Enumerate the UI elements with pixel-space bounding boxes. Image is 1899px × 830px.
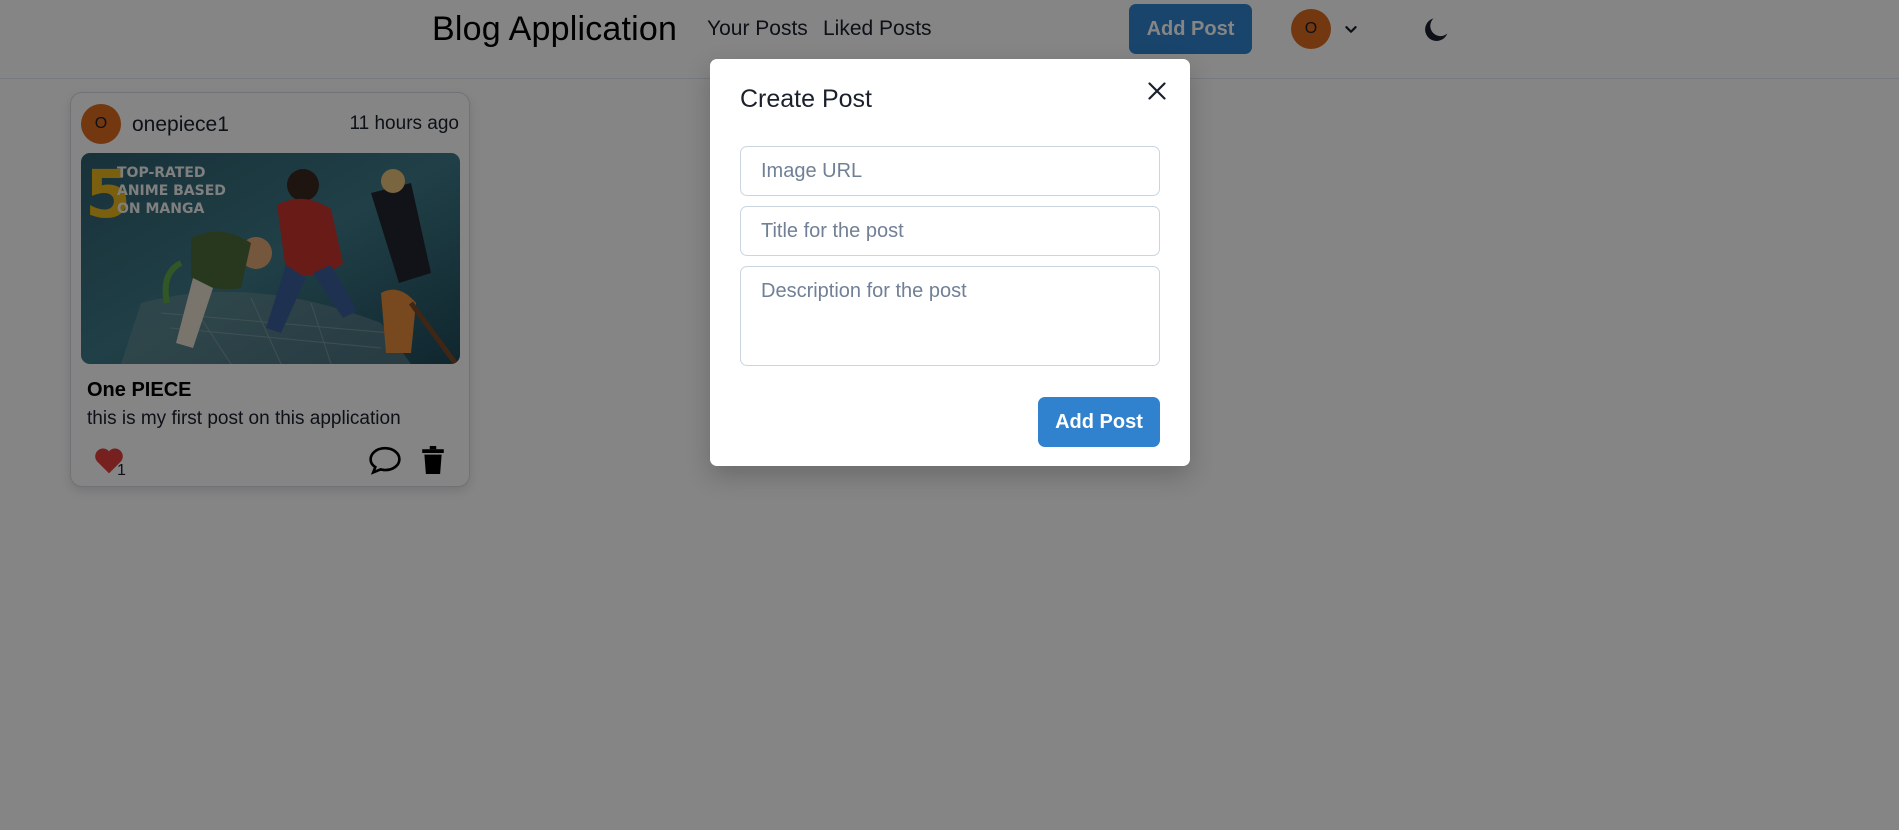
modal-title: Create Post xyxy=(740,85,873,113)
close-icon[interactable] xyxy=(1143,77,1171,105)
post-description-input[interactable] xyxy=(740,266,1160,366)
image-url-input[interactable] xyxy=(740,146,1160,196)
submit-post-button[interactable]: Add Post xyxy=(1038,397,1160,447)
create-post-modal: Create Post Add Post xyxy=(710,59,1190,466)
post-title-input[interactable] xyxy=(740,206,1160,256)
